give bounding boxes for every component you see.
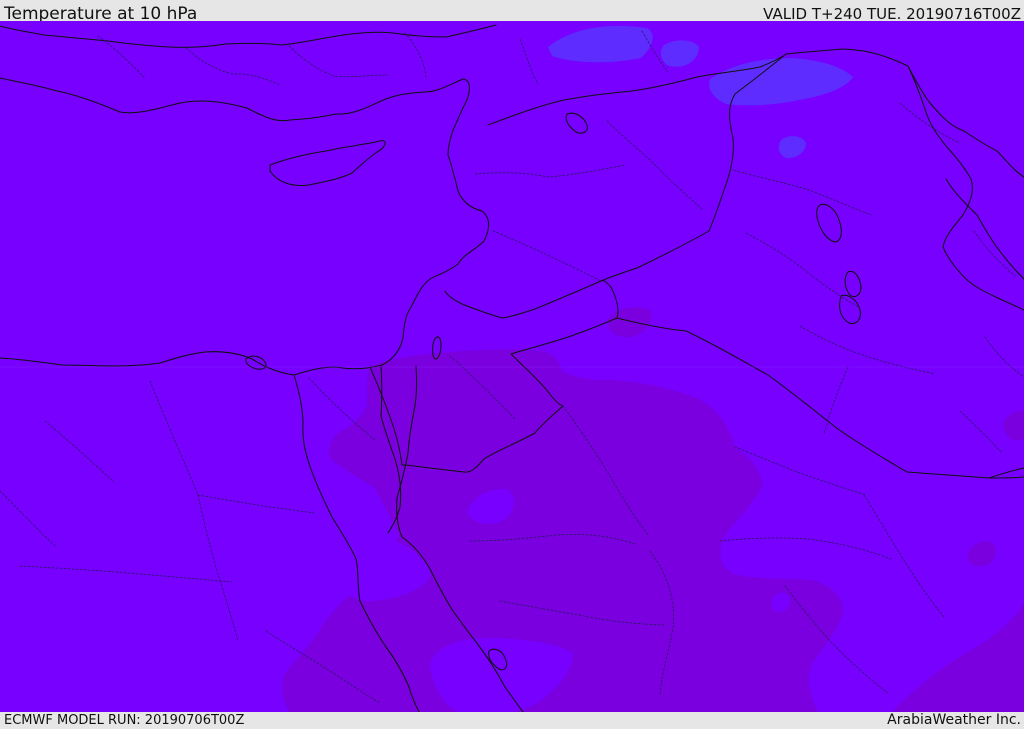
map-canvas[interactable] (0, 21, 1024, 712)
temperature-map-svg (0, 21, 1024, 712)
weather-map-page: Temperature at 10 hPa VALID T+240 TUE. 2… (0, 0, 1024, 729)
model-run-label: ECMWF MODEL RUN: 20190706T00Z (4, 713, 245, 728)
brand-label: ArabiaWeather Inc. (887, 712, 1021, 728)
